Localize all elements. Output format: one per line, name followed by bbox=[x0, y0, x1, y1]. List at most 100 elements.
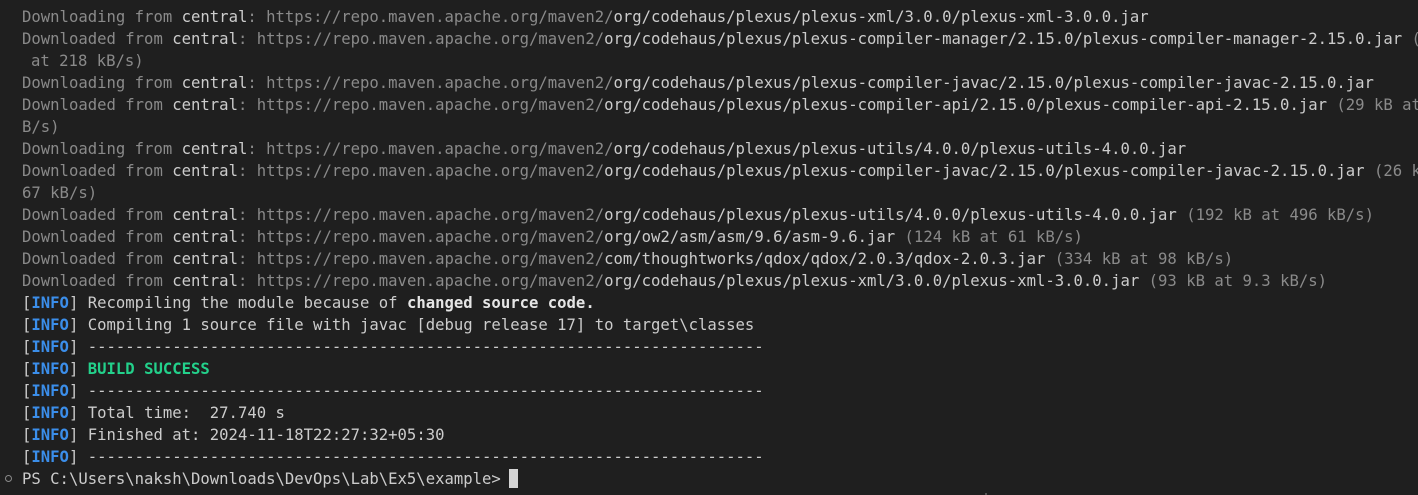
separator: : bbox=[237, 206, 257, 224]
info-log-line: [INFO] Recompiling the module because of… bbox=[22, 292, 1418, 314]
bracket: ] bbox=[68, 316, 88, 334]
info-tag: INFO bbox=[31, 360, 69, 378]
bracket: ] bbox=[68, 448, 88, 466]
info-tag: INFO bbox=[31, 404, 69, 422]
download-log-line: Downloaded from central: https://repo.ma… bbox=[22, 270, 1418, 292]
download-log-line-wrap: 67 kB/s) bbox=[22, 182, 1418, 204]
bracket: [ bbox=[22, 382, 32, 400]
from-word: from bbox=[125, 206, 163, 224]
download-stat-cont: B/s) bbox=[22, 118, 60, 136]
artifact-path: org/codehaus/plexus/plexus-utils/4.0.0/p… bbox=[604, 206, 1177, 224]
info-text: ----------------------------------------… bbox=[87, 338, 764, 356]
info-text: Finished at: 2024-11-18T22:27:32+05:30 bbox=[87, 426, 445, 444]
info-log-line: [INFO] ---------------------------------… bbox=[22, 446, 1418, 468]
separator: : bbox=[237, 96, 257, 114]
command-decoration-icon[interactable] bbox=[5, 475, 12, 482]
artifact-path: com/thoughtworks/qdox/qdox/2.0.3/qdox-2.… bbox=[604, 250, 1046, 268]
bracket: ] bbox=[68, 294, 88, 312]
from-word: from bbox=[125, 30, 163, 48]
info-text: Compiling 1 source file with javac [debu… bbox=[87, 316, 755, 334]
terminal-panel[interactable]: Downloading from central: https://repo.m… bbox=[0, 0, 1418, 495]
download-log-line: Downloading from central: https://repo.m… bbox=[22, 72, 1418, 94]
artifact-path: org/codehaus/plexus/plexus-compiler-api/… bbox=[604, 96, 1328, 114]
info-text: ----------------------------------------… bbox=[87, 382, 764, 400]
download-stat-cont: 67 kB/s) bbox=[22, 184, 98, 202]
download-verb: Downloaded bbox=[22, 272, 116, 290]
download-log-line-wrap: B/s) bbox=[22, 116, 1418, 138]
info-log-line: [INFO] Total time: 27.740 s bbox=[22, 402, 1418, 424]
download-log-line: Downloaded from central: https://repo.ma… bbox=[22, 94, 1418, 116]
repo-url: https://repo.maven.apache.org/maven2/ bbox=[256, 206, 605, 224]
separator: : bbox=[237, 272, 257, 290]
info-log-line: [INFO] ---------------------------------… bbox=[22, 380, 1418, 402]
download-stat: (29 kB at 632 k bbox=[1336, 96, 1418, 114]
download-verb: Downloaded bbox=[22, 30, 116, 48]
artifact-path: org/codehaus/plexus/plexus-compiler-mana… bbox=[604, 30, 1403, 48]
info-tag: INFO bbox=[31, 338, 69, 356]
download-verb: Downloading bbox=[22, 8, 126, 26]
artifact-path: org/ow2/asm/asm/9.6/asm-9.6.jar bbox=[604, 228, 896, 246]
from-word: from bbox=[134, 140, 173, 158]
separator: : bbox=[247, 8, 267, 26]
from-word: from bbox=[125, 96, 163, 114]
info-text: Total time: 27.740 s bbox=[87, 404, 285, 422]
repo-name: central bbox=[172, 96, 238, 114]
repo-name: central bbox=[181, 74, 248, 92]
repo-url: https://repo.maven.apache.org/maven2/ bbox=[266, 74, 614, 92]
download-log-line: Downloading from central: https://repo.m… bbox=[22, 138, 1418, 160]
download-log-line: Downloaded from central: https://repo.ma… bbox=[22, 204, 1418, 226]
repo-url: https://repo.maven.apache.org/maven2/ bbox=[256, 162, 605, 180]
separator: : bbox=[247, 74, 267, 92]
download-log-line: Downloaded from central: https://repo.ma… bbox=[22, 248, 1418, 270]
repo-url: https://repo.maven.apache.org/maven2/ bbox=[256, 96, 605, 114]
repo-url: https://repo.maven.apache.org/maven2/ bbox=[256, 30, 605, 48]
download-stat: (26 kB at 4 bbox=[1373, 162, 1418, 180]
info-text: ----------------------------------------… bbox=[87, 448, 764, 466]
bracket: ] bbox=[68, 382, 88, 400]
repo-name: central bbox=[172, 272, 238, 290]
from-word: from bbox=[134, 74, 173, 92]
bracket: [ bbox=[22, 338, 32, 356]
build-status: BUILD SUCCESS bbox=[87, 360, 210, 378]
repo-url: https://repo.maven.apache.org/maven2/ bbox=[256, 250, 605, 268]
terminal-cursor[interactable] bbox=[508, 469, 518, 488]
download-stat: (192 kB at 496 kB/s) bbox=[1186, 206, 1374, 224]
info-log-line: [INFO] Finished at: 2024-11-18T22:27:32+… bbox=[22, 424, 1418, 446]
info-log-line: [INFO] Compiling 1 source file with java… bbox=[22, 314, 1418, 336]
info-tag: INFO bbox=[31, 382, 69, 400]
info-log-line: [INFO] BUILD SUCCESS bbox=[22, 358, 1418, 380]
download-verb: Downloaded bbox=[22, 162, 116, 180]
download-verb: Downloading bbox=[22, 74, 126, 92]
separator: : bbox=[237, 162, 257, 180]
download-stat: (334 kB at 98 kB/s) bbox=[1054, 250, 1234, 268]
from-word: from bbox=[125, 272, 163, 290]
repo-name: central bbox=[181, 140, 248, 158]
prompt-line[interactable]: PS C:\Users\naksh\Downloads\DevOps\Lab\E… bbox=[22, 468, 1418, 490]
download-stat: (124 kB at 61 kB/s) bbox=[904, 228, 1083, 246]
info-tag: INFO bbox=[31, 448, 69, 466]
separator: : bbox=[237, 228, 257, 246]
separator: : bbox=[237, 250, 257, 268]
download-stat: (5.2 kB bbox=[1412, 30, 1418, 48]
download-verb: Downloaded bbox=[22, 228, 116, 246]
bracket: ] bbox=[68, 338, 88, 356]
